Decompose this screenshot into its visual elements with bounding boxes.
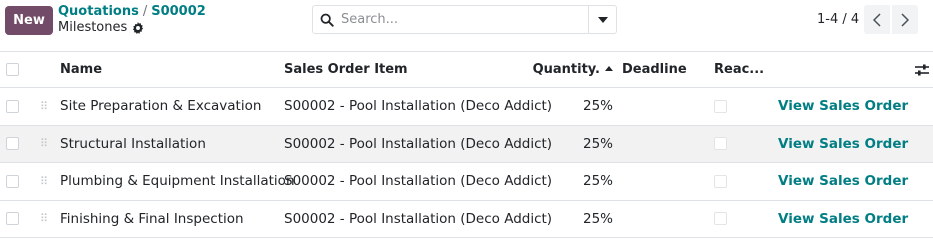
column-header-deadline[interactable]: Deadline [622,52,687,87]
table-header: Name Sales Order Item Quantity. Deadline… [0,51,933,88]
reached-checkbox[interactable] [714,137,727,151]
sort-ascending-icon [605,66,613,71]
view-sales-order-link[interactable]: View Sales Order [778,201,908,238]
row-quantity: 25% [582,135,613,152]
reached-checkbox[interactable] [714,99,727,113]
sliders-icon [915,64,929,75]
breadcrumb: Quotations / S00002 Milestones [58,4,206,35]
drag-handle-icon[interactable]: ⠿ [40,100,48,113]
row-sales-order-item: S00002 - Pool Installation (Deco Addict) [284,173,553,190]
view-sales-order-link[interactable]: View Sales Order [778,163,908,200]
control-panel: New Quotations/S00002 Milestones 1-4 / 4 [0,0,933,51]
row-sales-order-item: S00002 - Pool Installation (Deco Addict) [284,210,553,227]
table-row[interactable]: ⠿ Plumbing & Equipment Installation S000… [0,163,933,201]
breadcrumb-record[interactable]: S00002 [151,4,206,19]
drag-handle-icon[interactable]: ⠿ [40,175,48,188]
reached-checkbox[interactable] [714,212,727,226]
table-row[interactable]: ⠿ Finishing & Final Inspection S00002 - … [0,200,933,238]
drag-handle-icon[interactable]: ⠿ [40,212,48,225]
row-checkbox[interactable] [6,137,19,151]
column-header-reached[interactable]: Reac... [714,52,764,87]
column-header-quantity[interactable]: Quantity. [525,52,613,87]
search-icon [313,13,341,27]
view-sales-order-link[interactable]: View Sales Order [778,126,908,163]
table-row[interactable]: ⠿ Site Preparation & Excavation S00002 -… [0,88,933,126]
table-row[interactable]: ⠿ Structural Installation S00002 - Pool … [0,125,933,163]
column-header-name[interactable]: Name [60,52,102,87]
column-header-sales-order-item[interactable]: Sales Order Item [284,52,408,87]
optional-columns-button[interactable] [915,52,929,87]
search-options-toggle[interactable] [588,6,616,33]
row-name: Structural Installation [60,135,206,152]
row-quantity: 25% [582,173,613,190]
caret-down-icon [597,16,608,23]
drag-handle-icon[interactable]: ⠿ [40,137,48,150]
search-box [312,5,617,34]
view-sales-order-link[interactable]: View Sales Order [778,88,908,125]
row-name: Finishing & Final Inspection [60,210,244,227]
milestones-table: Name Sales Order Item Quantity. Deadline… [0,51,933,238]
row-quantity: 25% [582,98,613,115]
row-sales-order-item: S00002 - Pool Installation (Deco Addict) [284,135,553,152]
row-checkbox[interactable] [6,174,19,188]
page-title: Milestones [58,20,128,35]
select-all-checkbox[interactable] [6,63,19,76]
new-button[interactable]: New [5,6,53,35]
pager-previous-button[interactable] [864,5,890,34]
gear-icon[interactable] [132,21,144,34]
search-input[interactable] [341,6,588,33]
row-quantity: 25% [582,210,613,227]
chevron-right-icon [901,12,909,27]
row-checkbox[interactable] [6,212,19,226]
row-name: Plumbing & Equipment Installation [60,173,295,190]
reached-checkbox[interactable] [714,174,727,188]
row-checkbox[interactable] [6,99,19,113]
breadcrumb-separator: / [142,4,148,19]
column-header-quantity-label: Quantity. [532,62,600,77]
chevron-left-icon [873,12,881,27]
row-sales-order-item: S00002 - Pool Installation (Deco Addict) [284,98,553,115]
pager-value[interactable]: 1-4 / 4 [817,12,859,27]
row-name: Site Preparation & Excavation [60,98,262,115]
pager-next-button[interactable] [892,5,918,34]
breadcrumb-quotations[interactable]: Quotations [58,4,139,19]
